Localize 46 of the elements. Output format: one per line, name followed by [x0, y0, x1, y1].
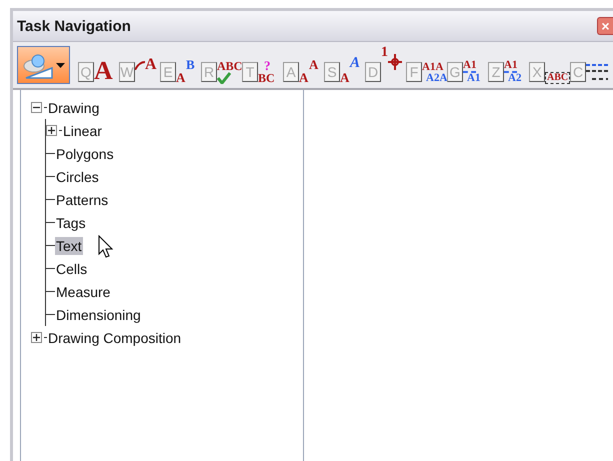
glyph-text: A	[299, 71, 308, 84]
glyph-text: ?	[264, 59, 270, 72]
tree-item[interactable]: Drawing	[47, 98, 100, 116]
glyph-text: A	[176, 71, 186, 84]
glyph-text: A	[94, 58, 113, 84]
tree-item[interactable]: Circles	[55, 168, 100, 186]
tree-item[interactable]: Text	[55, 236, 83, 254]
glyph-text: 1	[381, 46, 388, 60]
caret-icon	[56, 62, 65, 68]
glyph-text: A	[350, 56, 360, 71]
glyph-text: BC	[258, 72, 275, 84]
tool-button[interactable]: Q A	[78, 46, 117, 84]
tree-item[interactable]: Patterns	[55, 190, 110, 208]
tool-button[interactable]: X ABC	[529, 46, 568, 84]
tree-item[interactable]: Tags	[55, 214, 87, 232]
tree-item[interactable]: Measure	[55, 282, 112, 300]
glyph-text: A1	[504, 60, 518, 73]
tool-button[interactable]: R ABC	[201, 46, 240, 84]
mouse-pointer-icon	[98, 235, 114, 259]
glyph-text: A	[145, 57, 157, 73]
expand-icon[interactable]	[31, 332, 42, 343]
tree-item[interactable]: Linear	[62, 122, 103, 140]
glyph-text: A	[309, 58, 318, 71]
glyph-text: ABC	[217, 60, 242, 72]
check-icon	[217, 72, 231, 84]
glyph-text: A1	[463, 60, 476, 73]
tree-item[interactable]: Dimensioning	[55, 306, 142, 324]
tool-button[interactable]: E B A	[160, 46, 199, 84]
glyph-text: A	[340, 71, 350, 84]
glyph-text: A1	[467, 73, 480, 84]
curve-icon	[135, 60, 145, 70]
glyph-text: A1A	[422, 62, 444, 73]
tool-button[interactable]: S A A	[324, 46, 363, 84]
task-dropdown-button[interactable]	[17, 46, 70, 84]
glyph-text: B	[186, 58, 195, 71]
window-title: Task Navigation	[17, 18, 131, 34]
collapse-icon[interactable]	[31, 102, 42, 113]
tree-item[interactable]: Cells	[55, 260, 88, 278]
glyph-text: A2A	[426, 73, 448, 84]
glyph-text: A2	[508, 73, 522, 84]
tree-item[interactable]: Drawing Composition	[47, 328, 182, 346]
expand-icon[interactable]	[46, 125, 57, 136]
tool-button[interactable]: W A	[119, 46, 158, 84]
tool-button[interactable]: A A A	[283, 46, 322, 84]
tree-item[interactable]: Polygons	[55, 144, 115, 162]
tool-button[interactable]: D 1	[365, 46, 404, 84]
